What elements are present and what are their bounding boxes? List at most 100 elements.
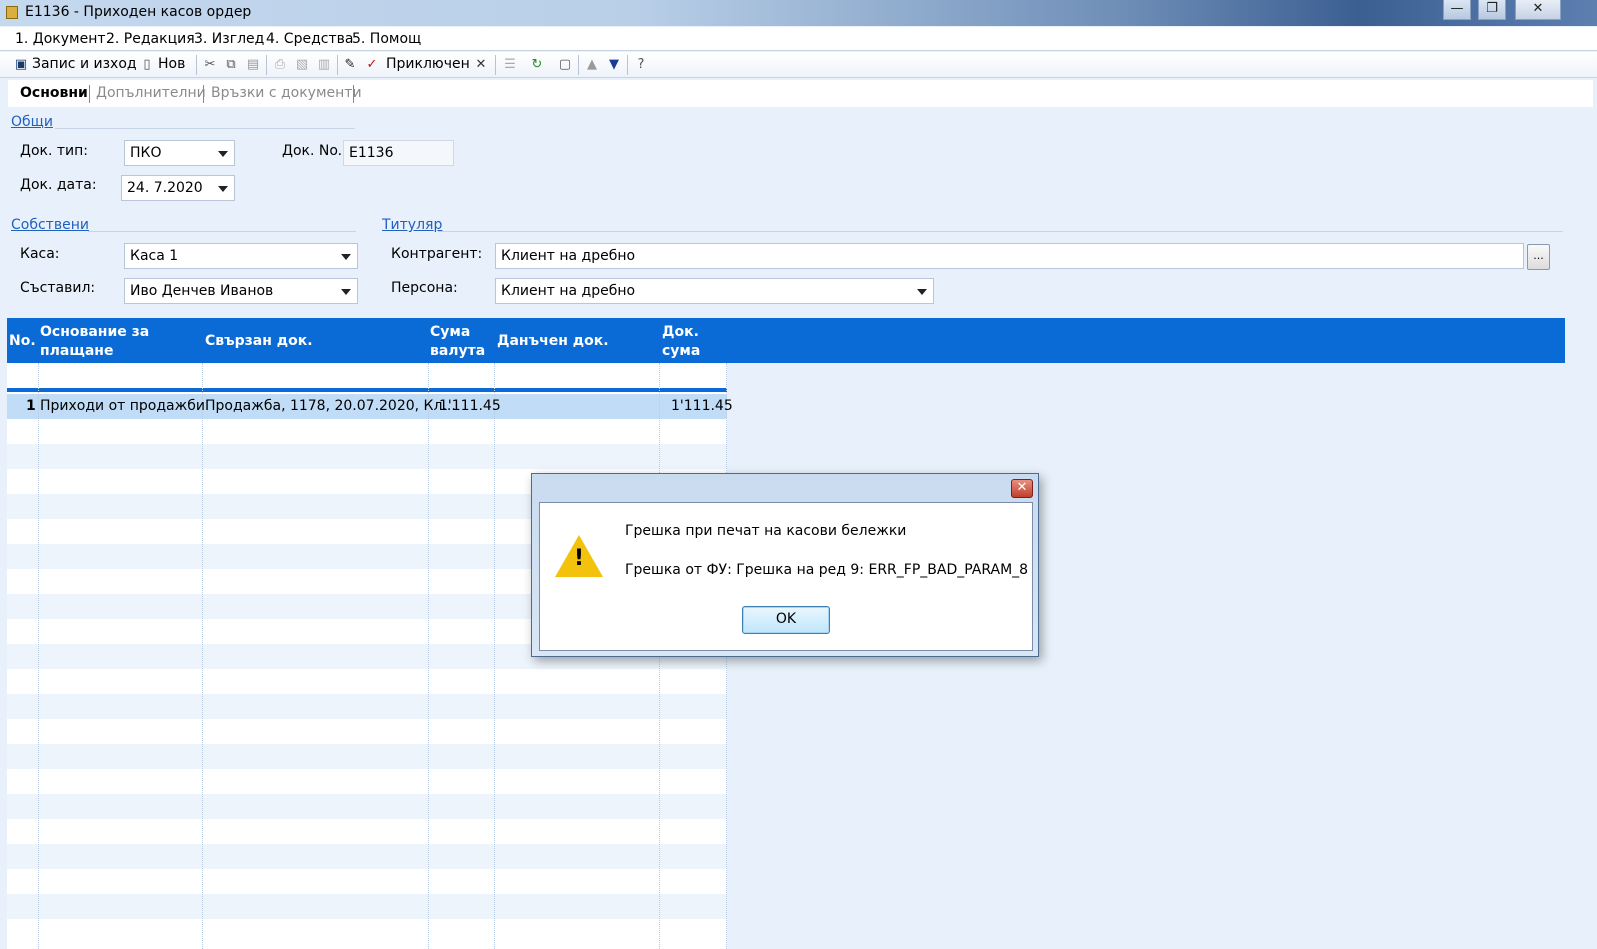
cancel-icon[interactable]: ✕ <box>473 57 489 73</box>
menu-edit[interactable]: 2. Редакция <box>106 31 195 47</box>
col-header-linked[interactable]: Свързан док. <box>205 332 313 351</box>
person-label: Персона: <box>391 280 458 296</box>
contragent-label: Контрагент: <box>391 246 483 262</box>
tab-separator <box>89 85 90 103</box>
doc-date-picker[interactable]: 24. 7.2020 <box>121 175 235 201</box>
tab-document-links[interactable]: Връзки с документи <box>211 85 362 101</box>
menu-help[interactable]: 5. Помощ <box>352 31 421 47</box>
cash-select[interactable]: Каса 1 <box>124 243 358 269</box>
dialog-content: ! Грешка при печат на касови бележки Гре… <box>539 502 1033 651</box>
doc-no-value: E1136 <box>349 145 394 161</box>
doc-type-select[interactable]: ПКО <box>124 140 235 166</box>
menu-tools[interactable]: 4. Средства <box>266 31 353 47</box>
tab-main[interactable]: Основни <box>20 85 88 101</box>
menu-bar: 1. Документ 2. Редакция 3. Изглед 4. Сре… <box>0 27 1597 51</box>
toolbar-separator <box>627 55 628 75</box>
column-divider <box>428 363 429 949</box>
section-divider <box>438 231 1563 232</box>
error-dialog: ✕ ! Грешка при печат на касови бележки Г… <box>531 473 1039 657</box>
empty-row <box>7 669 727 694</box>
doc-date-label: Док. дата: <box>20 177 97 193</box>
col-header-no[interactable]: No. <box>9 332 36 351</box>
doc-type-label: Док. тип: <box>20 143 88 159</box>
empty-row <box>7 919 727 944</box>
col-header-tax[interactable]: Данъчен док. <box>497 332 609 351</box>
arrow-down-icon[interactable]: ▼ <box>606 57 622 73</box>
print-preview-icon[interactable]: ▧ <box>294 57 310 73</box>
column-divider <box>202 363 203 949</box>
cut-icon[interactable]: ✂ <box>202 57 218 73</box>
tab-separator <box>203 85 204 103</box>
refresh-icon[interactable]: ↻ <box>529 57 545 73</box>
column-divider <box>38 363 39 949</box>
cell-basis[interactable]: Приходи от продажби <box>40 398 205 414</box>
new-document-icon[interactable]: ▯ <box>139 57 155 73</box>
cell-no[interactable]: 1 <box>26 398 36 414</box>
col-header-amount-line1[interactable]: Сума <box>430 323 470 342</box>
list-icon[interactable]: ☰ <box>502 57 518 73</box>
menu-view[interactable]: 3. Изглед <box>194 31 264 47</box>
grid-header: No. Основание за плащане Свързан док. Су… <box>7 318 1565 363</box>
dialog-close-button[interactable]: ✕ <box>1011 479 1033 498</box>
empty-row <box>7 894 727 919</box>
empty-row <box>7 744 727 769</box>
col-header-docsum-line2[interactable]: сума <box>662 342 700 361</box>
cell-linked[interactable]: Продажба, 1178, 20.07.2020, Кл... <box>205 398 456 414</box>
dialog-message: Грешка при печат на касови бележки <box>625 523 907 539</box>
edit-document-icon[interactable]: ✎ <box>342 57 358 73</box>
contragent-field[interactable]: Клиент на дребно <box>495 243 1524 269</box>
tab-additional[interactable]: Допълнителни <box>96 85 206 101</box>
dialog-detail: Грешка от ФУ: Грешка на ред 9: ERR_FP_BA… <box>625 562 1029 578</box>
cash-label: Каса: <box>20 246 60 262</box>
col-header-basis-line1[interactable]: Основание за <box>40 323 149 342</box>
col-header-docsum-line1[interactable]: Док. <box>662 323 699 342</box>
arrow-up-icon[interactable]: ▲ <box>584 57 600 73</box>
toolbar: ▣ Запис и изход ▯ Нов ✂ ⧉ ▤ ⎙ ▧ ▥ ✎ ✓ Пр… <box>0 52 1597 78</box>
person-select[interactable]: Клиент на дребно <box>495 278 934 304</box>
toolbar-separator <box>495 55 496 75</box>
new-button[interactable]: Нов <box>158 56 185 72</box>
paste-icon[interactable]: ▤ <box>245 57 261 73</box>
browse-contragent-button[interactable]: ... <box>1527 244 1550 270</box>
ok-button[interactable]: OK <box>742 606 830 634</box>
section-divider <box>55 128 355 129</box>
person-value: Клиент на дребно <box>501 283 636 299</box>
finished-button[interactable]: Приключен <box>386 56 470 72</box>
toolbar-separator <box>578 55 579 75</box>
cash-value: Каса 1 <box>130 248 179 264</box>
save-icon[interactable]: ▣ <box>13 57 29 73</box>
restore-button[interactable]: ❐ <box>1478 0 1506 20</box>
toolbar-separator <box>266 55 267 75</box>
empty-row <box>7 769 727 794</box>
section-own: Собствени <box>11 217 89 233</box>
page-icon[interactable]: ▢ <box>557 57 573 73</box>
doc-no-field: E1136 <box>343 140 454 166</box>
save-exit-button[interactable]: Запис и изход <box>32 56 137 72</box>
col-header-basis-line2[interactable]: плащане <box>40 342 113 361</box>
column-divider <box>494 363 495 949</box>
chevron-down-icon <box>341 254 351 260</box>
cell-docsum[interactable]: 1'111.45 <box>671 398 733 414</box>
export-icon[interactable]: ▥ <box>316 57 332 73</box>
current-row-indicator <box>7 388 727 392</box>
warning-exclamation-icon: ! <box>573 546 585 571</box>
col-header-amount-line2[interactable]: валута <box>430 342 485 361</box>
checkmark-icon[interactable]: ✓ <box>364 57 380 73</box>
doc-type-value: ПКО <box>130 145 162 161</box>
tab-bar: Основни Допълнителни Връзки с документи <box>8 80 1593 107</box>
menu-document[interactable]: 1. Документ <box>15 31 106 47</box>
chevron-down-icon <box>218 186 228 192</box>
empty-row <box>7 794 727 819</box>
author-select[interactable]: Иво Денчев Иванов <box>124 278 358 304</box>
close-window-button[interactable]: ✕ <box>1515 0 1561 20</box>
doc-no-label: Док. No. <box>282 143 343 159</box>
empty-row <box>7 694 727 719</box>
empty-row <box>7 719 727 744</box>
section-holder: Титуляр <box>382 217 443 233</box>
copy-icon[interactable]: ⧉ <box>223 57 239 73</box>
window-title: E1136 - Приходен касов ордер <box>25 4 252 20</box>
cell-amount[interactable]: 1'111.45 <box>439 398 501 414</box>
minimize-button[interactable]: — <box>1443 0 1471 20</box>
print-icon[interactable]: ⎙ <box>272 57 288 73</box>
help-icon[interactable]: ? <box>633 57 649 73</box>
